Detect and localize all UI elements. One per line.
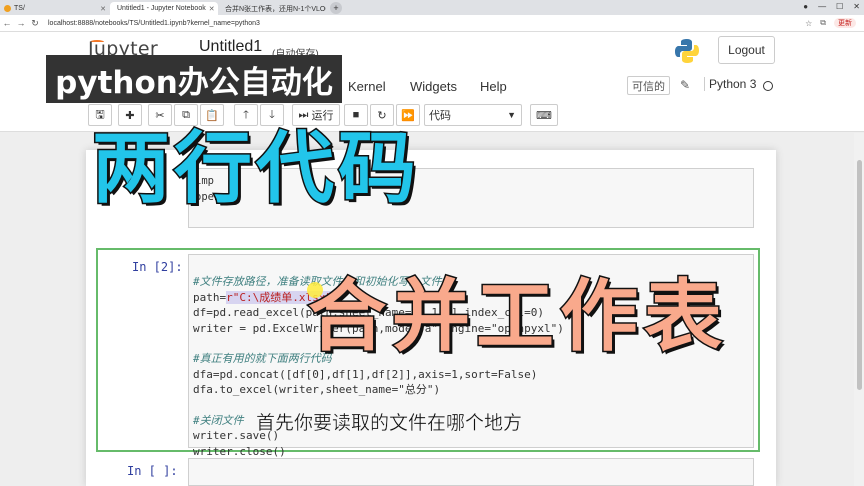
url-field[interactable]: localhost:8888/notebooks/TS/Untitled1.ip… <box>48 20 260 27</box>
menu-kernel[interactable]: Kernel <box>348 79 386 94</box>
stop-icon: ■ <box>352 109 360 121</box>
browser-tab-strip: TS/ ✕ Untitled1 - Jupyter Notebook ✕ 合并N… <box>0 0 864 15</box>
copy-icon: ⧉ <box>182 108 190 121</box>
step-forward-icon: ⏭ <box>298 108 309 121</box>
save-icon: 🖫 <box>95 108 105 121</box>
folder-icon <box>4 5 11 12</box>
url-host: localhost <box>48 19 76 27</box>
arrow-up-icon: 🡑 <box>243 108 249 121</box>
plus-icon: ✚ <box>125 109 135 122</box>
restart-run-all-button[interactable]: ⏩ <box>396 104 420 126</box>
window-controls: ● — ☐ ✕ <box>803 2 860 11</box>
paste-icon: 📋 <box>205 109 219 122</box>
interrupt-button[interactable]: ■ <box>344 104 368 126</box>
cell-type-select[interactable]: 代码 ▼ <box>424 104 522 126</box>
close-window-icon[interactable]: ✕ <box>853 2 860 11</box>
browser-tab-article[interactable]: 合并N张工作表，还用N-1个VLOOKUP ✕ <box>218 2 326 15</box>
arrow-down-icon: 🡓 <box>269 108 275 121</box>
tab-label: TS/ <box>14 5 25 12</box>
code-cell-3-empty[interactable] <box>188 458 754 486</box>
move-down-button[interactable]: 🡓 <box>260 104 284 126</box>
back-icon[interactable]: ← <box>0 18 14 28</box>
trusted-indicator[interactable]: 可信的 <box>627 76 670 95</box>
menu-help[interactable]: Help <box>480 79 507 94</box>
code-line: writer.close() <box>193 444 286 458</box>
close-icon[interactable]: ✕ <box>209 5 215 13</box>
address-bar: ← → ↻ localhost:8888/notebooks/TS/Untitl… <box>0 15 864 32</box>
scissors-icon: ✂ <box>155 109 165 122</box>
tab-label: Untitled1 - Jupyter Notebook <box>117 5 206 12</box>
tab-label: 合并N张工作表，还用N-1个VLOOKUP <box>225 5 326 13</box>
browser-tab-notebook[interactable]: Untitled1 - Jupyter Notebook ✕ <box>110 2 218 15</box>
update-button[interactable]: 更新 <box>834 18 856 28</box>
scrollbar-thumb[interactable] <box>857 160 862 390</box>
save-button[interactable]: 🖫 <box>88 104 112 126</box>
browser-tab-ts[interactable]: TS/ ✕ <box>0 2 110 15</box>
extensions-icon[interactable]: ⧉ <box>820 18 826 28</box>
command-palette-button[interactable]: ⌨ <box>530 104 558 126</box>
cell-prompt: In [2]: <box>132 260 183 274</box>
move-up-button[interactable]: 🡑 <box>234 104 258 126</box>
notebook-title[interactable]: Untitled1 <box>199 38 262 56</box>
fast-forward-icon: ⏩ <box>401 109 415 122</box>
run-button[interactable]: ⏭ 运行 <box>292 104 340 126</box>
code-text: path= <box>193 290 227 304</box>
reload-icon[interactable]: ↻ <box>28 18 42 29</box>
maximize-icon[interactable]: ☐ <box>836 2 843 11</box>
forward-icon[interactable]: → <box>14 18 28 28</box>
python-logo-icon <box>675 39 699 63</box>
url-path: :8888/notebooks/TS/Untitled1.ipynb?kerne… <box>75 19 260 27</box>
edit-pencil-icon[interactable]: ✎ <box>680 78 690 92</box>
new-tab-icon[interactable]: + <box>330 2 342 14</box>
close-icon[interactable]: ✕ <box>100 5 106 13</box>
code-line: dfa=pd.concat([df[0],df[1],df[2]],axis=1… <box>193 367 538 381</box>
kernel-name: Python 3 <box>704 77 756 91</box>
overlay-banner: python办公自动化 <box>46 55 342 103</box>
cell-prompt: In [ ]: <box>127 464 178 478</box>
restart-button[interactable]: ↻ <box>370 104 394 126</box>
bookmark-star-icon[interactable]: ☆ <box>805 19 812 28</box>
paste-button[interactable]: 📋 <box>200 104 224 126</box>
overlay-headline-1: 两行代码 <box>90 124 421 214</box>
minimize-icon[interactable]: — <box>818 2 826 11</box>
run-label: 运行 <box>311 110 334 122</box>
code-line: dfa.to_excel(writer,sheet_name="总分") <box>193 383 441 397</box>
insert-cell-button[interactable]: ✚ <box>118 104 142 126</box>
video-subtitle: 首先你要读取的文件在哪个地方 <box>256 412 523 434</box>
kernel-idle-icon <box>763 81 773 91</box>
cell-type-value: 代码 <box>429 110 451 122</box>
chevron-down-icon: ▼ <box>507 110 516 120</box>
overlay-headline-2: 合并工作表 <box>306 272 729 362</box>
restart-icon: ↻ <box>377 109 387 122</box>
menu-widgets[interactable]: Widgets <box>410 79 457 94</box>
logout-button[interactable]: Logout <box>718 36 775 64</box>
copy-button[interactable]: ⧉ <box>174 104 198 126</box>
cut-button[interactable]: ✂ <box>148 104 172 126</box>
profile-icon[interactable]: ● <box>803 2 808 11</box>
screen: { "browser": { "tabs": [ {"label": "TS/"… <box>0 0 864 486</box>
keyboard-icon: ⌨ <box>536 109 552 122</box>
